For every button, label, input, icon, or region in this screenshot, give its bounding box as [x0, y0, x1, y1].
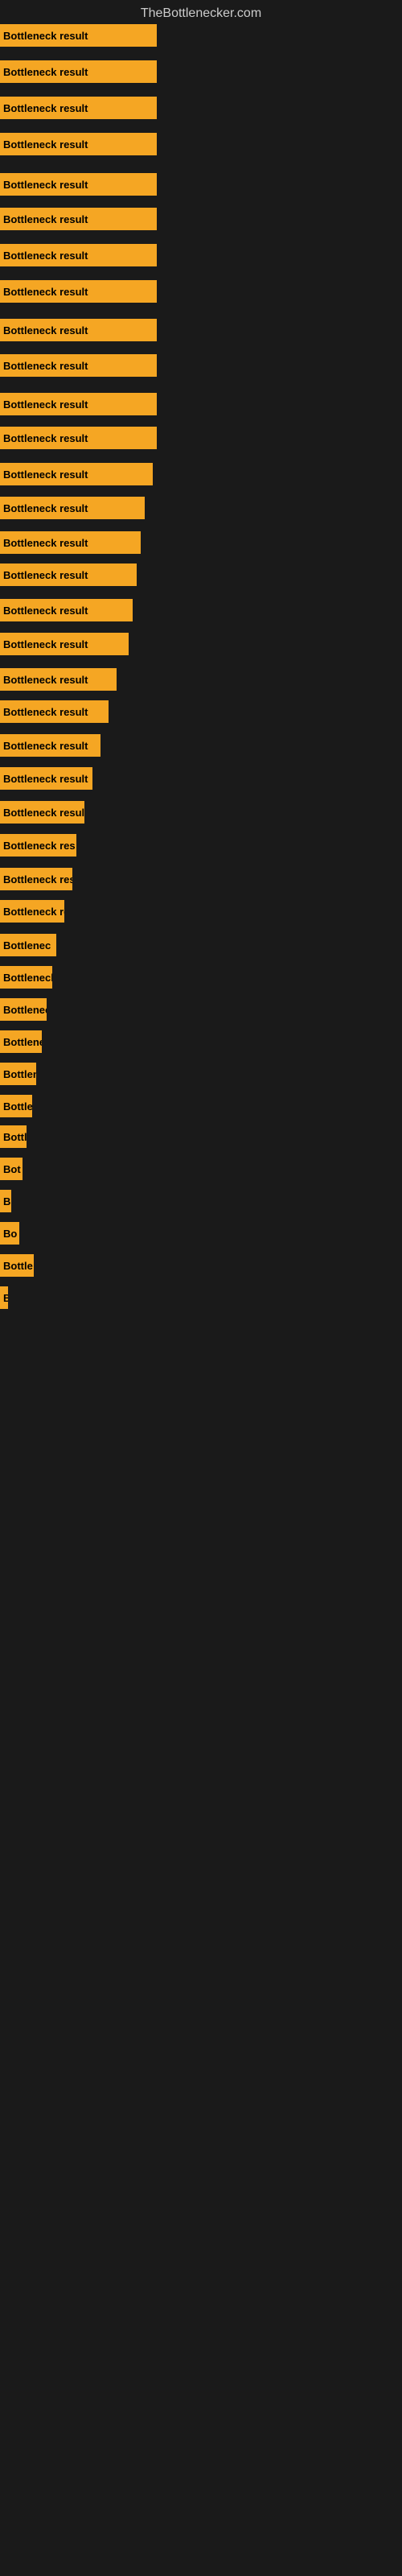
bottleneck-bar-21: Bottleneck result: [0, 767, 92, 790]
bottleneck-bar-36: Bottle: [0, 1254, 34, 1277]
bottleneck-bar-3: Bottleneck result: [0, 133, 157, 155]
bottleneck-bar-17: Bottleneck result: [0, 633, 129, 655]
bottleneck-bar-33: Bot: [0, 1158, 23, 1180]
bottleneck-bar-29: Bottleneck res: [0, 1030, 42, 1053]
bottleneck-bar-0: Bottleneck result: [0, 24, 157, 47]
bottleneck-bar-23: Bottleneck res: [0, 834, 76, 857]
bottleneck-bar-37: B: [0, 1286, 8, 1309]
bottleneck-bar-5: Bottleneck result: [0, 208, 157, 230]
bottleneck-bar-24: Bottleneck result: [0, 868, 72, 890]
bottleneck-bar-14: Bottleneck result: [0, 531, 141, 554]
bottleneck-bar-12: Bottleneck result: [0, 463, 153, 485]
bottleneck-bar-9: Bottleneck result: [0, 354, 157, 377]
bottleneck-bar-11: Bottleneck result: [0, 427, 157, 449]
bottleneck-bar-4: Bottleneck result: [0, 173, 157, 196]
bottleneck-bar-34: B: [0, 1190, 11, 1212]
bottleneck-bar-7: Bottleneck result: [0, 280, 157, 303]
bottleneck-bar-10: Bottleneck result: [0, 393, 157, 415]
bottleneck-bar-32: Bottl: [0, 1125, 27, 1148]
bottleneck-bar-2: Bottleneck result: [0, 97, 157, 119]
bottleneck-bar-27: Bottleneck re: [0, 966, 52, 989]
bottleneck-bar-8: Bottleneck result: [0, 319, 157, 341]
bottleneck-bar-20: Bottleneck result: [0, 734, 100, 757]
bottleneck-bar-19: Bottleneck result: [0, 700, 109, 723]
bottleneck-bar-35: Bo: [0, 1222, 19, 1245]
bottleneck-bar-16: Bottleneck result: [0, 599, 133, 621]
bottleneck-bar-28: Bottleneck r: [0, 998, 47, 1021]
bottleneck-bar-25: Bottleneck re: [0, 900, 64, 923]
bottleneck-bar-30: Bottlenec: [0, 1063, 36, 1085]
bottleneck-bar-31: Bottleneck re: [0, 1095, 32, 1117]
bottleneck-bar-6: Bottleneck result: [0, 244, 157, 266]
bottleneck-bar-26: Bottlenec: [0, 934, 56, 956]
bottleneck-bar-18: Bottleneck result: [0, 668, 117, 691]
site-title: TheBottlenecker.com: [0, 0, 402, 27]
bottleneck-bar-15: Bottleneck result: [0, 564, 137, 586]
bottleneck-bar-22: Bottleneck result: [0, 801, 84, 824]
bottleneck-bar-1: Bottleneck result: [0, 60, 157, 83]
bottleneck-bar-13: Bottleneck result: [0, 497, 145, 519]
